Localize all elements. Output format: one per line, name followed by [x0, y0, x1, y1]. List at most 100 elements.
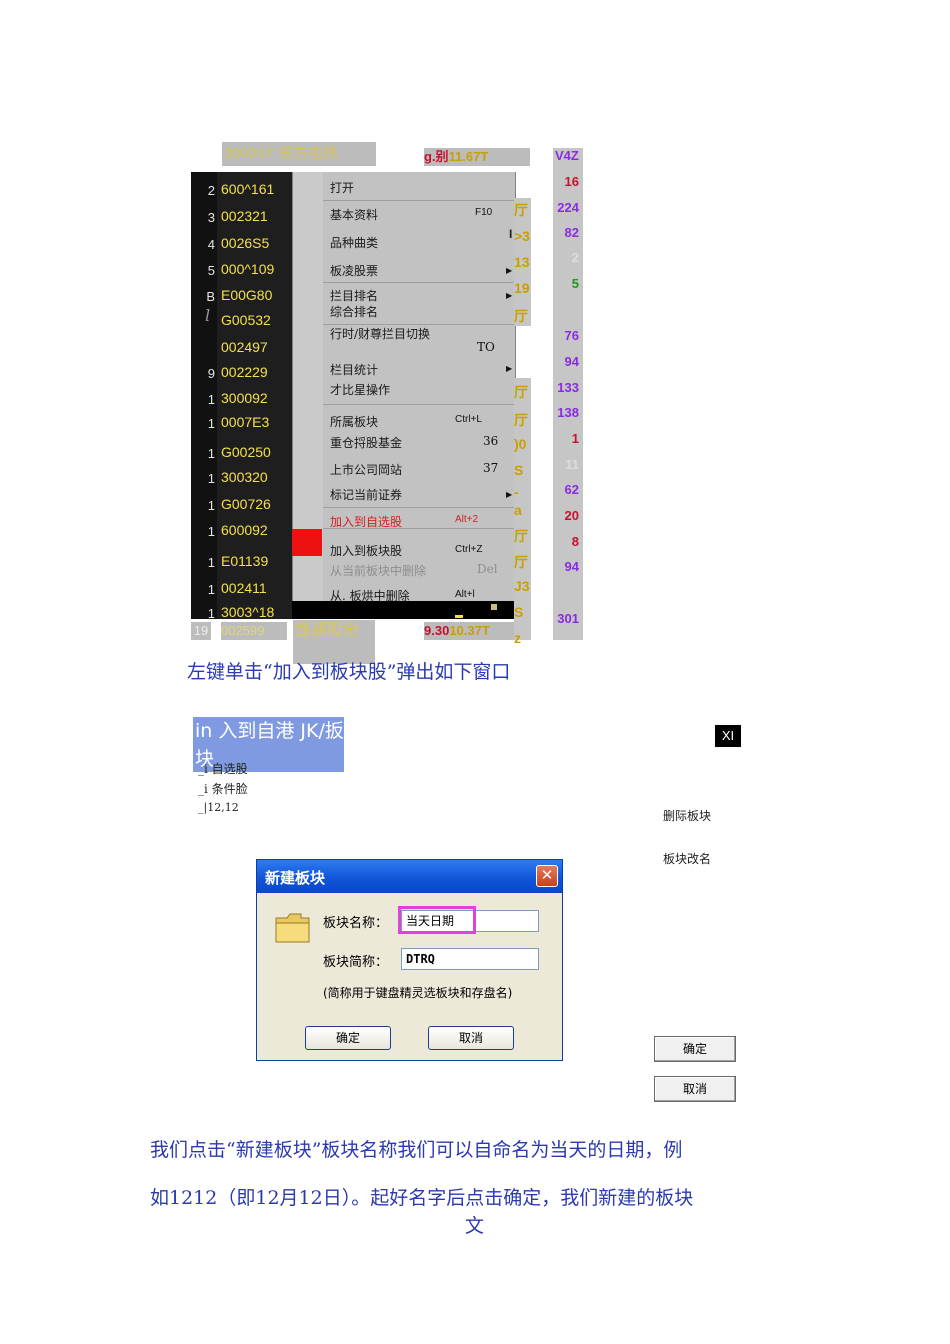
- menu-item-company-site[interactable]: 上市公司岡站: [330, 461, 402, 478]
- stock-code: 600092: [221, 522, 268, 538]
- strip-value: 厅: [514, 528, 528, 544]
- menu-item-belong-block[interactable]: 所属板块: [330, 413, 378, 430]
- right-value: 133: [557, 380, 579, 395]
- dialog-title: 新建板块: [265, 869, 326, 887]
- row-number: 1: [207, 416, 215, 431]
- menu-separator: [323, 200, 515, 201]
- table-row[interactable]: 002497: [191, 333, 292, 357]
- menu-item-compare-ops[interactable]: 才比星操作: [330, 381, 390, 398]
- cursor-mark: [455, 615, 463, 618]
- menu-item-overall-rank[interactable]: 综合排名: [330, 303, 378, 320]
- add-block-cancel-button[interactable]: 取消: [654, 1076, 736, 1102]
- menu-item-column-stats[interactable]: 栏目统计: [330, 361, 378, 378]
- menu-item-open[interactable]: 打开: [330, 179, 354, 196]
- submenu-arrow-icon: ▶: [506, 364, 513, 373]
- row-number: 1: [207, 471, 215, 486]
- menu-separator: [323, 507, 515, 508]
- add-block-ok-button[interactable]: 确定: [654, 1036, 736, 1062]
- small-square-icon: [491, 604, 497, 610]
- stock-code: 002229: [221, 364, 268, 380]
- dialog-ok-button[interactable]: 确定: [305, 1026, 391, 1050]
- dialog-note: (简称用于键盘精灵选板块和存盘名): [323, 986, 513, 1000]
- row-number: 2: [207, 183, 215, 198]
- delete-block-link[interactable]: 删际板块: [663, 807, 711, 824]
- new-block-dialog: 新建板块 ✕ 板块名称： 当天日期 板块简称： DTRQ (简称用于键盘精灵选板…: [256, 859, 563, 1061]
- right-value: 2: [571, 250, 579, 265]
- menu-separator: [323, 528, 515, 529]
- add-block-close-button[interactable]: XI: [715, 725, 741, 747]
- menu-item-heavy-fund[interactable]: 重仓捋股基金: [330, 434, 402, 451]
- table-row[interactable]: 1 E01139: [191, 547, 292, 571]
- table-row[interactable]: 1 G00250: [191, 438, 292, 462]
- row-number: 4: [207, 237, 215, 252]
- block-list-item-1212[interactable]: _|12,12: [198, 801, 239, 814]
- caption-instruction: 左键单击“加入到板块股”弹出如下窗口: [187, 661, 511, 683]
- menu-separator: [323, 324, 515, 325]
- row-number: 3: [207, 210, 215, 225]
- block-name-highlight: [398, 906, 476, 934]
- menu-key-heavy-fund: 36: [483, 434, 499, 448]
- dialog-cancel-button[interactable]: 取消: [428, 1026, 514, 1050]
- table-row[interactable]: 1 3003^18: [191, 598, 292, 622]
- mid-strip-marker: I: [509, 227, 513, 241]
- block-list-item-conditions[interactable]: _i 条件脸: [198, 780, 248, 797]
- menu-item-remove-current: 从当前板块中删除: [330, 564, 427, 578]
- footer-row-number: 19: [191, 622, 211, 640]
- stock-code: G00726: [221, 496, 271, 512]
- right-value: 224: [557, 200, 579, 215]
- table-row[interactable]: 1 300320: [191, 463, 292, 487]
- menu-bottom-bar: [292, 601, 514, 619]
- stock-header-price-b: 11.67T: [448, 149, 489, 164]
- paragraph-line-2: 如1212（即12月12日）。起好名字后点击确定，我们新建的板块: [150, 1187, 694, 1209]
- table-row[interactable]: 4 0026S5: [191, 229, 292, 253]
- stock-code: E00G80: [221, 287, 273, 303]
- table-row[interactable]: 1 G00726: [191, 490, 292, 514]
- paragraph-line-1: 我们点击“新建板块”板块名称我们可以自命名为当天的日期，例: [150, 1139, 683, 1161]
- right-value: 82: [564, 225, 579, 240]
- row-number: 5: [207, 263, 215, 278]
- stock-header-code-name: 300217 东方电热: [222, 142, 376, 166]
- stock-code: 000^109: [221, 261, 275, 277]
- menu-item-sector-stocks[interactable]: 板凌股票: [330, 262, 378, 279]
- right-value: 11: [565, 457, 579, 472]
- table-row[interactable]: 1 600092: [191, 516, 292, 540]
- strip-value: z: [514, 630, 521, 646]
- strip-value: -: [514, 484, 519, 500]
- right-value: 62: [564, 482, 579, 497]
- block-short-input[interactable]: DTRQ: [401, 948, 539, 970]
- stock-code: 002411: [221, 580, 267, 596]
- right-value: 301: [557, 611, 579, 626]
- block-list-item-favorites[interactable]: _i 自选股: [198, 760, 248, 777]
- menu-item-switch-columns[interactable]: 行时/财尊拦目切换: [330, 328, 442, 341]
- table-row[interactable]: 2 600^161: [191, 175, 292, 199]
- menu-item-column-rank[interactable]: 拦目排名: [330, 287, 378, 304]
- strip-value: 厅: [514, 308, 528, 324]
- table-row[interactable]: 5 000^109: [191, 255, 292, 279]
- strip-value: 厅: [514, 384, 528, 400]
- table-row[interactable]: 1 0007E3: [191, 408, 292, 432]
- stock-code: 300320: [221, 469, 268, 485]
- close-icon[interactable]: ✕: [536, 865, 558, 887]
- footer-row-code: 002599: [221, 622, 287, 640]
- table-row[interactable]: 1 300092: [191, 384, 292, 408]
- right-value: 94: [564, 354, 579, 369]
- stock-code: G00250: [221, 444, 271, 460]
- menu-item-mark-current[interactable]: 标记当前证券: [330, 486, 402, 503]
- menu-item-basic-info[interactable]: 基本资料: [330, 206, 378, 223]
- row-number: 1: [207, 582, 215, 597]
- rename-block-link[interactable]: 板块改名: [663, 850, 711, 867]
- row-number: 1: [207, 446, 215, 461]
- table-row[interactable]: 3 002321: [191, 202, 292, 226]
- right-value: 5: [571, 276, 579, 291]
- stock-code: 002321: [221, 208, 268, 224]
- table-row[interactable]: 9 002229: [191, 358, 292, 382]
- menu-key-basic-info: F10: [475, 207, 493, 218]
- right-value: 138: [557, 405, 579, 420]
- table-row[interactable]: B E00G80: [191, 281, 292, 305]
- table-row[interactable]: 1 002411: [191, 574, 292, 598]
- menu-item-add-block[interactable]: 加入到板块股: [330, 542, 402, 559]
- stock-header-price-a: g.别: [424, 149, 449, 164]
- strip-value: 19: [514, 280, 530, 296]
- footer-price-a: 9.30: [424, 623, 450, 638]
- menu-item-variety-curve[interactable]: 品种曲类: [330, 234, 378, 251]
